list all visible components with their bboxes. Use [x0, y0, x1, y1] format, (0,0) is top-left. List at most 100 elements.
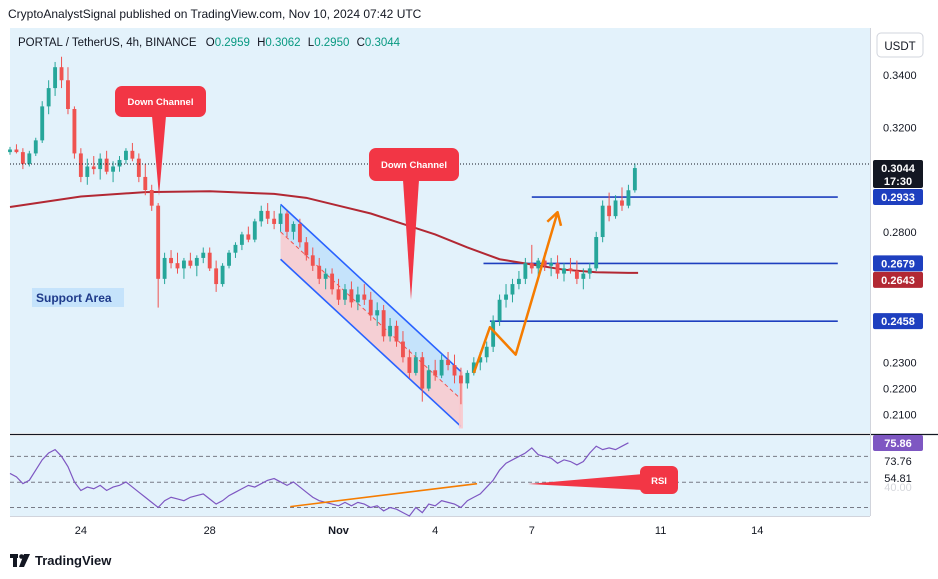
candle-body-18: [124, 150, 128, 160]
candle-body-77: [504, 294, 508, 300]
candle-body-81: [529, 263, 534, 269]
candle-body-67: [439, 359, 444, 376]
legend-symbol: PORTAL / TetherUS, 4h, BINANCE: [18, 37, 197, 49]
candle-body-26: [175, 263, 180, 269]
candle-body-29: [194, 257, 199, 266]
candle-body-80: [523, 263, 528, 279]
time-tick-label-6: 14: [751, 525, 763, 537]
currency-button[interactable]: USDT: [876, 32, 924, 58]
candle-body-32: [214, 268, 219, 285]
candle-body-92: [600, 205, 605, 238]
candle-body-35: [233, 244, 238, 253]
time-tick-label-0: 24: [75, 525, 87, 537]
candle-body-38: [252, 221, 257, 240]
candle-body-2: [20, 152, 25, 164]
tradingview-logo-text: TradingView: [35, 553, 112, 568]
time-tick-label-1: 28: [204, 525, 216, 537]
candle-body-20: [136, 158, 141, 177]
candle-body-93: [607, 205, 612, 217]
candle-body-71: [465, 372, 470, 384]
candle-body-89: [581, 273, 586, 279]
legend-close-value: 0.3044: [365, 37, 401, 49]
candle-body-85: [555, 263, 560, 274]
price-tick-label-3: 0.2800: [883, 227, 917, 239]
tradingview-chart-screen: CryptoAnalystSignal published on Trading…: [0, 0, 938, 579]
candle-body-8: [59, 67, 64, 81]
price-tick-label-0: 0.2100: [883, 410, 917, 422]
candle-body-48: [317, 265, 322, 279]
candle-body-95: [620, 200, 624, 206]
candle-body-61: [401, 341, 405, 358]
candle-body-74: [484, 346, 489, 358]
price-tick-label-5: 0.3400: [883, 70, 917, 82]
candle-body-63: [413, 357, 418, 373]
candle-body-45: [297, 223, 302, 243]
legend-low-value: 0.2950: [314, 37, 349, 49]
candle-body-5: [40, 106, 45, 141]
candle-body-94: [613, 200, 618, 217]
candle-body-56: [368, 299, 373, 316]
legend-open-label: O: [206, 37, 215, 49]
candle-body-46: [304, 242, 309, 256]
candle-body-1: [14, 149, 19, 153]
candle-body-54: [355, 294, 360, 303]
candle-body-9: [66, 80, 70, 109]
candle-body-84: [549, 263, 554, 266]
candle-body-39: [259, 210, 264, 222]
tradingview-logo-icon: [10, 553, 30, 567]
candle-body-22: [149, 190, 154, 206]
candle-body-24: [162, 257, 167, 279]
time-tick-label-2: Nov: [328, 525, 350, 537]
badge-last-price-text-1: 17:30: [884, 176, 912, 188]
candle-body-57: [375, 310, 380, 316]
candle-body-68: [446, 359, 450, 366]
badge-rsi-text-0: 75.86: [884, 438, 912, 450]
candle-body-49: [323, 273, 328, 279]
candle-body-40: [265, 210, 270, 219]
candle-body-97: [632, 168, 637, 191]
candle-body-86: [562, 268, 566, 274]
candle-body-28: [188, 260, 193, 266]
candle-body-34: [227, 252, 231, 266]
candle-body-87: [568, 268, 573, 271]
badge-level-2-text-0: 0.2679: [881, 258, 915, 270]
candle-body-51: [336, 289, 341, 300]
candle-body-11: [78, 153, 83, 177]
time-axis[interactable]: [10, 516, 870, 544]
candle-body-7: [53, 67, 58, 89]
legend-high-value: 0.3062: [265, 37, 300, 49]
candle-body-10: [72, 109, 77, 154]
candle-body-65: [426, 370, 431, 389]
candle-body-66: [433, 370, 438, 376]
legend-open-value: 0.2959: [215, 37, 250, 49]
candle-body-96: [626, 190, 631, 206]
candle-body-64: [420, 357, 425, 389]
candle-body-16: [111, 166, 116, 172]
candle-body-31: [207, 252, 212, 269]
candle-body-6: [46, 88, 51, 107]
rsi-level-label: 54.81: [884, 473, 912, 485]
candle-body-53: [349, 289, 354, 303]
candle-body-62: [407, 357, 412, 373]
time-tick-label-5: 11: [655, 525, 666, 537]
chart-svg[interactable]: 0.2100 0.2200 0.2300 0.2800 0.3200 0.3400 24 2…: [0, 0, 938, 544]
candle-body-88: [574, 271, 579, 279]
candle-body-17: [117, 159, 122, 167]
candle-body-27: [182, 260, 186, 269]
candle-body-3: [27, 153, 32, 164]
badge-level-3-text-0: 0.2458: [881, 316, 915, 328]
legend-high-label: H: [257, 37, 265, 49]
rsi-ma-label: 73.76: [884, 456, 912, 468]
candle-body-33: [220, 265, 225, 285]
candle-body-36: [239, 234, 244, 245]
candle-body-59: [388, 325, 393, 337]
candle-body-44: [291, 223, 296, 232]
tradingview-logo[interactable]: TradingView: [10, 553, 111, 568]
currency-label: USDT: [884, 41, 915, 53]
rsi-pane-background[interactable]: [10, 436, 870, 516]
candle-body-79: [516, 278, 521, 285]
candle-body-55: [362, 294, 367, 300]
candle-body-47: [310, 255, 315, 266]
legend-close-label: C: [357, 37, 365, 49]
legend[interactable]: PORTAL / TetherUS, 4h, BINANCE O0.2959 H…: [18, 37, 401, 49]
